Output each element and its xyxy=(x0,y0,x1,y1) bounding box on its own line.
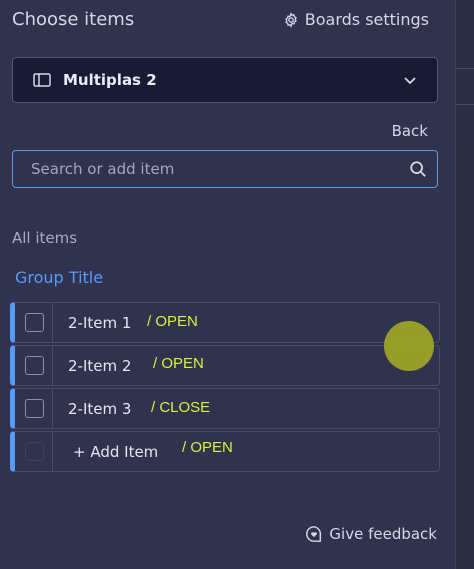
choose-items-panel: Choose items Boards settings Multiplas 2… xyxy=(0,0,456,569)
search-input[interactable] xyxy=(31,160,409,178)
item-row[interactable]: 2-Item 2 xyxy=(10,345,440,386)
item-checkbox[interactable] xyxy=(25,313,44,332)
item-row[interactable]: 2-Item 1 xyxy=(10,302,440,343)
back-link[interactable]: Back xyxy=(392,122,428,140)
item-name: 2-Item 1 xyxy=(68,314,132,332)
panel-title: Choose items xyxy=(12,9,135,30)
checkbox-cell xyxy=(15,303,53,342)
background-block xyxy=(456,150,474,569)
add-item-status-annotation: / OPEN xyxy=(182,439,233,456)
item-status-annotation: / OPEN xyxy=(147,313,198,330)
divider xyxy=(456,104,474,105)
search-field[interactable] xyxy=(12,150,438,188)
gear-icon xyxy=(284,11,297,28)
boards-settings-button[interactable]: Boards settings xyxy=(283,10,429,29)
item-checkbox[interactable] xyxy=(25,399,44,418)
divider xyxy=(456,68,474,69)
all-items-label: All items xyxy=(12,229,78,247)
board-icon xyxy=(33,73,51,87)
feedback-icon xyxy=(306,526,322,542)
item-status-annotation: / OPEN xyxy=(153,355,204,372)
cursor-highlight xyxy=(384,321,434,371)
item-name: 2-Item 2 xyxy=(68,357,132,375)
item-row[interactable]: 2-Item 3 xyxy=(10,388,440,429)
boards-settings-label: Boards settings xyxy=(304,10,429,29)
background-strip xyxy=(456,0,474,569)
board-select-dropdown[interactable]: Multiplas 2 xyxy=(12,57,438,103)
add-item-button[interactable]: + Add Item xyxy=(73,443,158,461)
checkbox-cell xyxy=(15,432,53,471)
item-checkbox[interactable] xyxy=(25,356,44,375)
chevron-down-icon xyxy=(404,77,416,85)
checkbox-cell xyxy=(15,389,53,428)
board-select-value: Multiplas 2 xyxy=(63,71,157,89)
checkbox-cell xyxy=(15,346,53,385)
item-status-annotation: / CLOSE xyxy=(151,399,211,416)
add-item-checkbox xyxy=(25,442,44,461)
give-feedback-button[interactable]: Give feedback xyxy=(305,525,437,543)
item-name: 2-Item 3 xyxy=(68,400,132,418)
give-feedback-label: Give feedback xyxy=(329,525,437,543)
search-icon[interactable] xyxy=(409,160,427,178)
group-title[interactable]: Group Title xyxy=(15,268,103,287)
